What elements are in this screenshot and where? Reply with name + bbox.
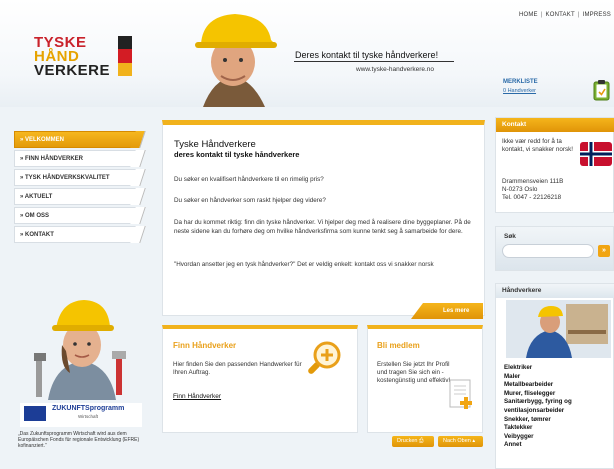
intro-paragraph-4: "Hvordan ansetter jeg en tysk håndverker… xyxy=(174,261,434,268)
efre-quote: „Das Zukunftsprogramm Wirtschaft wird au… xyxy=(18,431,140,449)
zukunftsprogramm-title: ZUKUNFTSprogramm xyxy=(52,405,125,412)
finn-title: Finn Håndverker xyxy=(173,341,237,350)
female-worker-photo xyxy=(34,300,126,400)
nav-item-label: » OM OSS xyxy=(20,213,50,219)
back-to-top-label: Nach Oben xyxy=(443,438,471,444)
header-website: www.tyske-handverkere.no xyxy=(356,66,435,73)
zukunftsprogramm-subtitle: Wirtschaft xyxy=(78,414,99,419)
handverkere-title: Håndverkere xyxy=(496,284,614,298)
nav-item-om-oss[interactable]: » OM OSS xyxy=(14,207,146,224)
kontakt-address: Drammensveien 111B N-0273 Oslo Tel. 0047… xyxy=(502,178,563,202)
nav-item-tysk-handverkskvalitet[interactable]: » TYSK HÅNDVERKSKVALITET xyxy=(14,169,146,186)
top-navigation: HOME | KONTAKT | IMPRESS xyxy=(516,12,614,18)
address-line: N-0273 Oslo xyxy=(502,186,538,193)
handverkere-list: Elektriker Maler Metallbearbeider Murer,… xyxy=(504,364,614,450)
clipboard-icon[interactable] xyxy=(593,79,610,101)
back-to-top-button[interactable]: Nach Oben ▴ xyxy=(438,436,483,447)
nav-item-label: » VELKOMMEN xyxy=(20,137,65,143)
craftsman-photo xyxy=(506,300,611,358)
finn-text: Hier finden Sie den passenden Handwerker… xyxy=(173,361,302,376)
trade-link[interactable]: Snekker, tømrer xyxy=(504,416,614,425)
zukunftsprogramm-banner: ZUKUNFTSprogramm Wirtschaft xyxy=(20,403,142,427)
topnav-impressum-link[interactable]: IMPRESS xyxy=(580,12,614,18)
search-label: Søk xyxy=(504,233,516,240)
merkliste-count-link[interactable]: 0 Handverker xyxy=(503,88,536,94)
intro-paragraph-1: Du søker en kvalifisert håndverkere til … xyxy=(174,176,324,183)
nav-item-kontakt[interactable]: » KONTAKT xyxy=(14,226,146,243)
topnav-kontakt-link[interactable]: KONTAKT xyxy=(543,12,578,18)
kontakt-title: Kontakt xyxy=(496,118,614,132)
nav-item-label: » AKTUELT xyxy=(20,194,53,200)
bli-text: Erstellen Sie jetzt Ihr Profil und trage… xyxy=(377,361,451,384)
topnav-home-link[interactable]: HOME xyxy=(516,12,541,18)
print-label: Drucken xyxy=(397,438,418,444)
printer-icon: ⎙ xyxy=(419,438,424,444)
german-flag-bars xyxy=(118,36,132,76)
trade-link[interactable]: Maler xyxy=(504,373,614,382)
finn-handverker-box: Finn Håndverker Hier finden Sie den pass… xyxy=(162,325,358,433)
search-submit-button[interactable]: » xyxy=(598,245,610,257)
header: HOME | KONTAKT | IMPRESS TYSKE HÅND VERKERE … xyxy=(0,0,614,107)
trade-link[interactable]: Annet xyxy=(504,441,614,450)
trade-link[interactable]: Taktekker xyxy=(504,424,614,433)
trade-link[interactable]: Metallbearbeider xyxy=(504,381,614,390)
merkliste-title: MERKLISTE xyxy=(503,79,538,85)
left-navigation: » VELKOMMEN » FINN HÅNDVERKER » TYSK HÅN… xyxy=(14,131,146,245)
finn-handverker-link[interactable]: Finn Håndverker xyxy=(173,393,221,400)
nav-item-velkommen[interactable]: » VELKOMMEN xyxy=(14,131,146,148)
bli-title: Bli medlem xyxy=(377,341,420,350)
nav-item-finn-handverker[interactable]: » FINN HÅNDVERKER xyxy=(14,150,146,167)
worker-photo xyxy=(195,14,277,107)
print-button[interactable]: Drucken ⎙ xyxy=(392,436,434,447)
promo-panel: ZUKUNFTSprogramm Wirtschaft „Das Zukunft… xyxy=(14,295,144,465)
phone-number: Tel. 0047 - 22126218 xyxy=(502,194,562,201)
eu-flag-icon xyxy=(24,406,46,421)
handverkere-box: Håndverkere Elektriker Maler Metallbearb… xyxy=(495,283,614,469)
welcome-panel: Tyske Håndverkere deres kontakt til tysk… xyxy=(162,120,485,319)
kontakt-text: Ikke vær redd for å ta kontakt, vi snakk… xyxy=(502,138,574,153)
kontakt-box: Kontakt Ikke vær redd for å ta kontakt, … xyxy=(495,117,614,213)
nav-item-aktuelt[interactable]: » AKTUELT xyxy=(14,188,146,205)
trade-link[interactable]: Veibygger xyxy=(504,433,614,442)
merkliste-widget[interactable]: MERKLISTE 0 Handverker xyxy=(503,79,614,105)
intro-paragraph-2: Du søker en håndverker som raskt hjelper… xyxy=(174,197,326,204)
address-line: Drammensveien 111B xyxy=(502,178,564,185)
document-plus-icon xyxy=(449,379,472,409)
page-title: Tyske Håndverkere xyxy=(174,139,256,150)
search-box: Søk » xyxy=(495,226,614,271)
page-subtitle: deres kontakt til tyske håndverkere xyxy=(174,150,300,159)
bli-medlem-box: Bli medlem Erstellen Sie jetzt Ihr Profi… xyxy=(367,325,483,433)
read-more-button[interactable]: Les mere xyxy=(411,303,483,319)
search-input[interactable] xyxy=(502,244,594,258)
nav-item-label: » TYSK HÅNDVERKSKVALITET xyxy=(20,175,110,181)
trade-link[interactable]: Sanitærbygg, fyring og ventilasjonsarbei… xyxy=(504,398,614,415)
tagline-underline xyxy=(294,61,454,62)
norway-germany-flag-icon xyxy=(580,142,612,166)
trade-link[interactable]: Murer, fliselegger xyxy=(504,390,614,399)
nav-item-label: » KONTAKT xyxy=(20,232,54,238)
arrow-up-icon: ▴ xyxy=(472,438,476,444)
trade-link[interactable]: Elektriker xyxy=(504,364,614,373)
header-tagline: Deres kontakt til tyske håndverkere! xyxy=(295,50,439,60)
magnifier-plus-icon xyxy=(308,341,341,374)
nav-item-label: » FINN HÅNDVERKER xyxy=(20,156,84,162)
intro-paragraph-3: Da har du kommet riktig: finn din tyske … xyxy=(174,219,471,235)
